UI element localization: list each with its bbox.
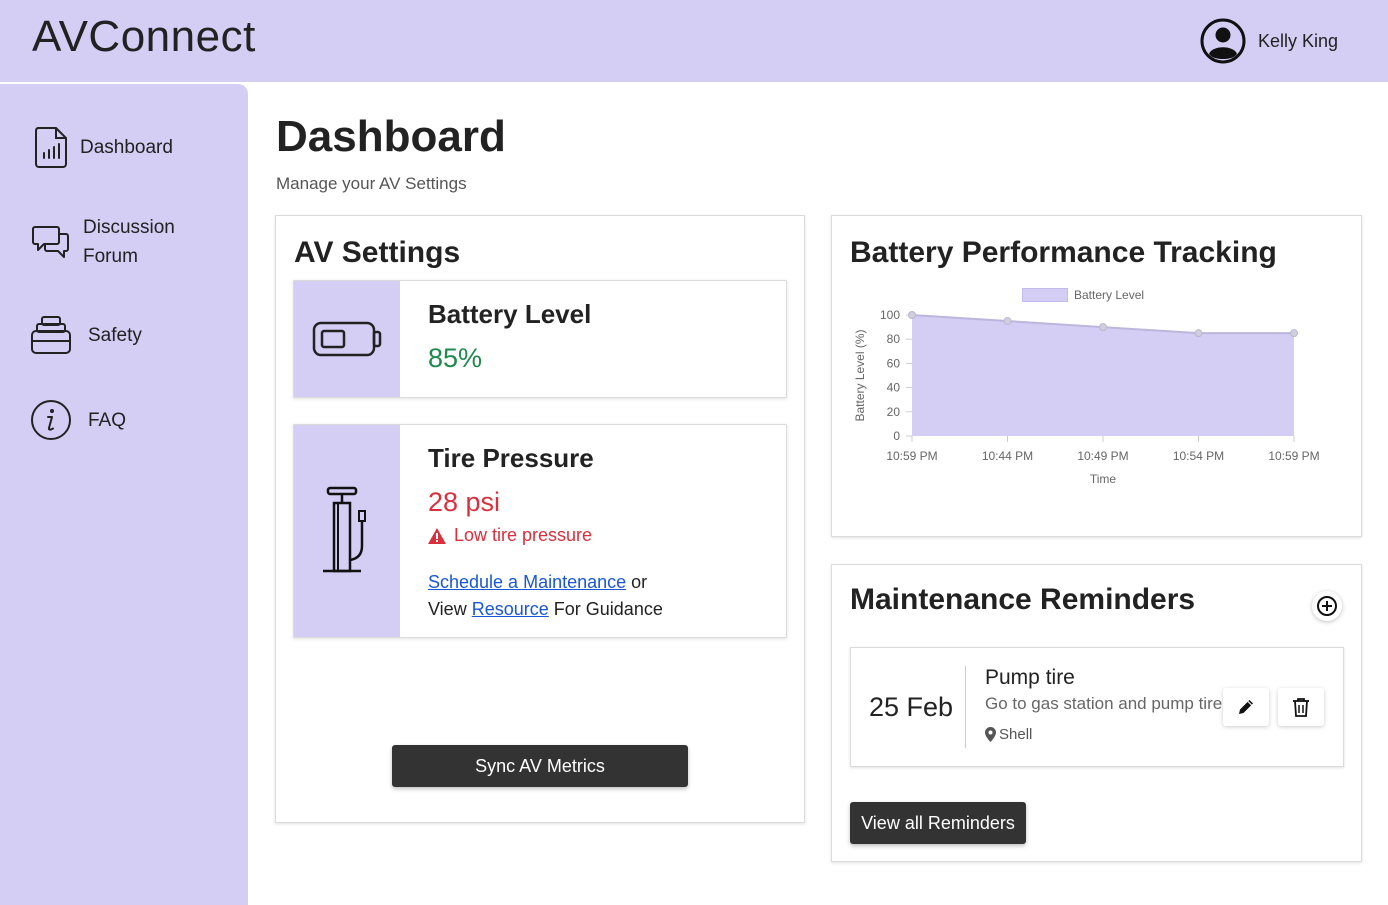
data-point xyxy=(908,311,916,319)
trash-icon xyxy=(1293,698,1309,717)
tire-pump-icon xyxy=(323,486,366,573)
data-point xyxy=(1099,323,1107,332)
tire-guidance-text: Schedule a Maintenance or View Resource … xyxy=(428,569,663,623)
y-tick-label: 20 xyxy=(887,405,901,419)
stacked-box-icon xyxy=(30,314,72,356)
user-name[interactable]: Kelly King xyxy=(1258,31,1338,52)
pump-icon-panel xyxy=(294,425,400,637)
sidebar-item-discussion-forum[interactable]: Discussion Forum xyxy=(30,213,175,271)
y-tick-label: 80 xyxy=(887,332,901,346)
y-axis-label: Battery Level (%) xyxy=(853,329,867,421)
view-text: View xyxy=(428,599,467,619)
map-pin-icon xyxy=(985,727,996,742)
maintenance-reminders-card: Maintenance Reminders 25 Feb Pump tire G… xyxy=(831,564,1362,862)
battery-icon xyxy=(312,321,382,357)
user-menu[interactable]: Kelly King xyxy=(1200,18,1338,64)
x-tick-label: 10:59 PM xyxy=(886,449,937,463)
reminder-item: 25 Feb Pump tire Go to gas station and p… xyxy=(850,647,1344,767)
maintenance-title: Maintenance Reminders xyxy=(850,583,1196,616)
x-tick-label: 10:54 PM xyxy=(1173,449,1224,463)
x-tick-label: 10:49 PM xyxy=(1077,449,1128,463)
resource-link[interactable]: Resource xyxy=(472,599,549,619)
y-tick-label: 40 xyxy=(887,381,901,395)
battery-performance-card: Battery Performance Tracking Battery Lev… xyxy=(831,215,1362,537)
x-tick-label: 10:59 PM xyxy=(1268,449,1319,463)
top-bar: AVConnect Kelly King xyxy=(0,0,1388,82)
data-point xyxy=(1290,329,1298,338)
av-settings-card: AV Settings Battery Level 85% Tire Press… xyxy=(275,215,805,823)
schedule-maintenance-link[interactable]: Schedule a Maintenance xyxy=(428,572,626,592)
reminder-divider xyxy=(965,666,966,748)
tire-pressure-panel: Tire Pressure 28 psi Low tire pressure S… xyxy=(293,424,787,638)
battery-level-panel: Battery Level 85% xyxy=(293,280,787,398)
battery-level-value: 85% xyxy=(428,343,483,373)
edit-reminder-button[interactable] xyxy=(1223,688,1269,726)
sidebar-item-label: Discussion xyxy=(83,217,175,238)
av-settings-title: AV Settings xyxy=(294,236,461,269)
or-text: or xyxy=(631,572,648,592)
warning-triangle-icon xyxy=(428,527,446,544)
reminder-location: Shell xyxy=(985,726,1032,743)
sidebar-item-dashboard[interactable]: Dashboard xyxy=(30,126,173,168)
sidebar-item-label: Safety xyxy=(88,324,142,346)
sidebar-item-faq[interactable]: FAQ xyxy=(30,399,126,441)
sidebar: Dashboard Discussion Forum Safety FAQ xyxy=(0,84,248,905)
sidebar-item-label: Dashboard xyxy=(80,136,173,158)
y-tick-label: 100 xyxy=(880,308,900,322)
y-tick-label: 60 xyxy=(887,356,901,370)
sidebar-item-label-group: Discussion Forum xyxy=(83,213,175,271)
add-reminder-button[interactable] xyxy=(1312,591,1342,621)
tire-pressure-value: 28 psi xyxy=(428,487,501,517)
main-content: Dashboard Manage your AV Settings AV Set… xyxy=(248,82,1388,905)
page-title: Dashboard xyxy=(276,112,506,161)
chart-document-icon xyxy=(30,126,72,168)
info-circle-icon xyxy=(30,399,72,441)
tire-pressure-label: Tire Pressure xyxy=(428,443,594,473)
reminder-description: Go to gas station and pump tire xyxy=(985,694,1223,713)
x-tick-label: 10:44 PM xyxy=(982,449,1033,463)
data-point xyxy=(1003,317,1012,326)
user-avatar-icon[interactable] xyxy=(1200,18,1246,64)
page-subtitle: Manage your AV Settings xyxy=(276,174,467,193)
data-point xyxy=(1194,329,1203,338)
sidebar-item-safety[interactable]: Safety xyxy=(30,314,142,356)
chat-bubbles-icon xyxy=(30,221,72,263)
y-tick-label: 0 xyxy=(893,429,900,443)
reminder-title: Pump tire xyxy=(985,666,1075,689)
view-all-reminders-button[interactable]: View all Reminders xyxy=(850,802,1026,844)
reminder-location-text: Shell xyxy=(999,726,1033,743)
app-brand[interactable]: AVConnect xyxy=(32,12,256,62)
battery-icon-panel xyxy=(294,281,400,397)
delete-reminder-button[interactable] xyxy=(1278,688,1324,726)
battery-chart: 0 20 40 60 80 100 10:59 PM 10:44 PM 10:49 PM 10:5… xyxy=(853,308,1320,486)
reminder-date: 25 Feb xyxy=(869,692,954,722)
plus-circle-icon xyxy=(1317,596,1337,616)
sidebar-item-label: FAQ xyxy=(88,409,127,431)
x-axis-label: Time xyxy=(1090,472,1117,486)
guidance-text: For Guidance xyxy=(553,599,663,619)
tire-warning-text: Low tire pressure xyxy=(454,525,593,545)
battery-level-label: Battery Level xyxy=(428,299,592,329)
sidebar-item-label: Forum xyxy=(83,246,138,267)
sync-av-metrics-button[interactable]: Sync AV Metrics xyxy=(392,745,688,787)
pencil-icon xyxy=(1239,700,1253,714)
tire-warning: Low tire pressure xyxy=(428,525,592,546)
